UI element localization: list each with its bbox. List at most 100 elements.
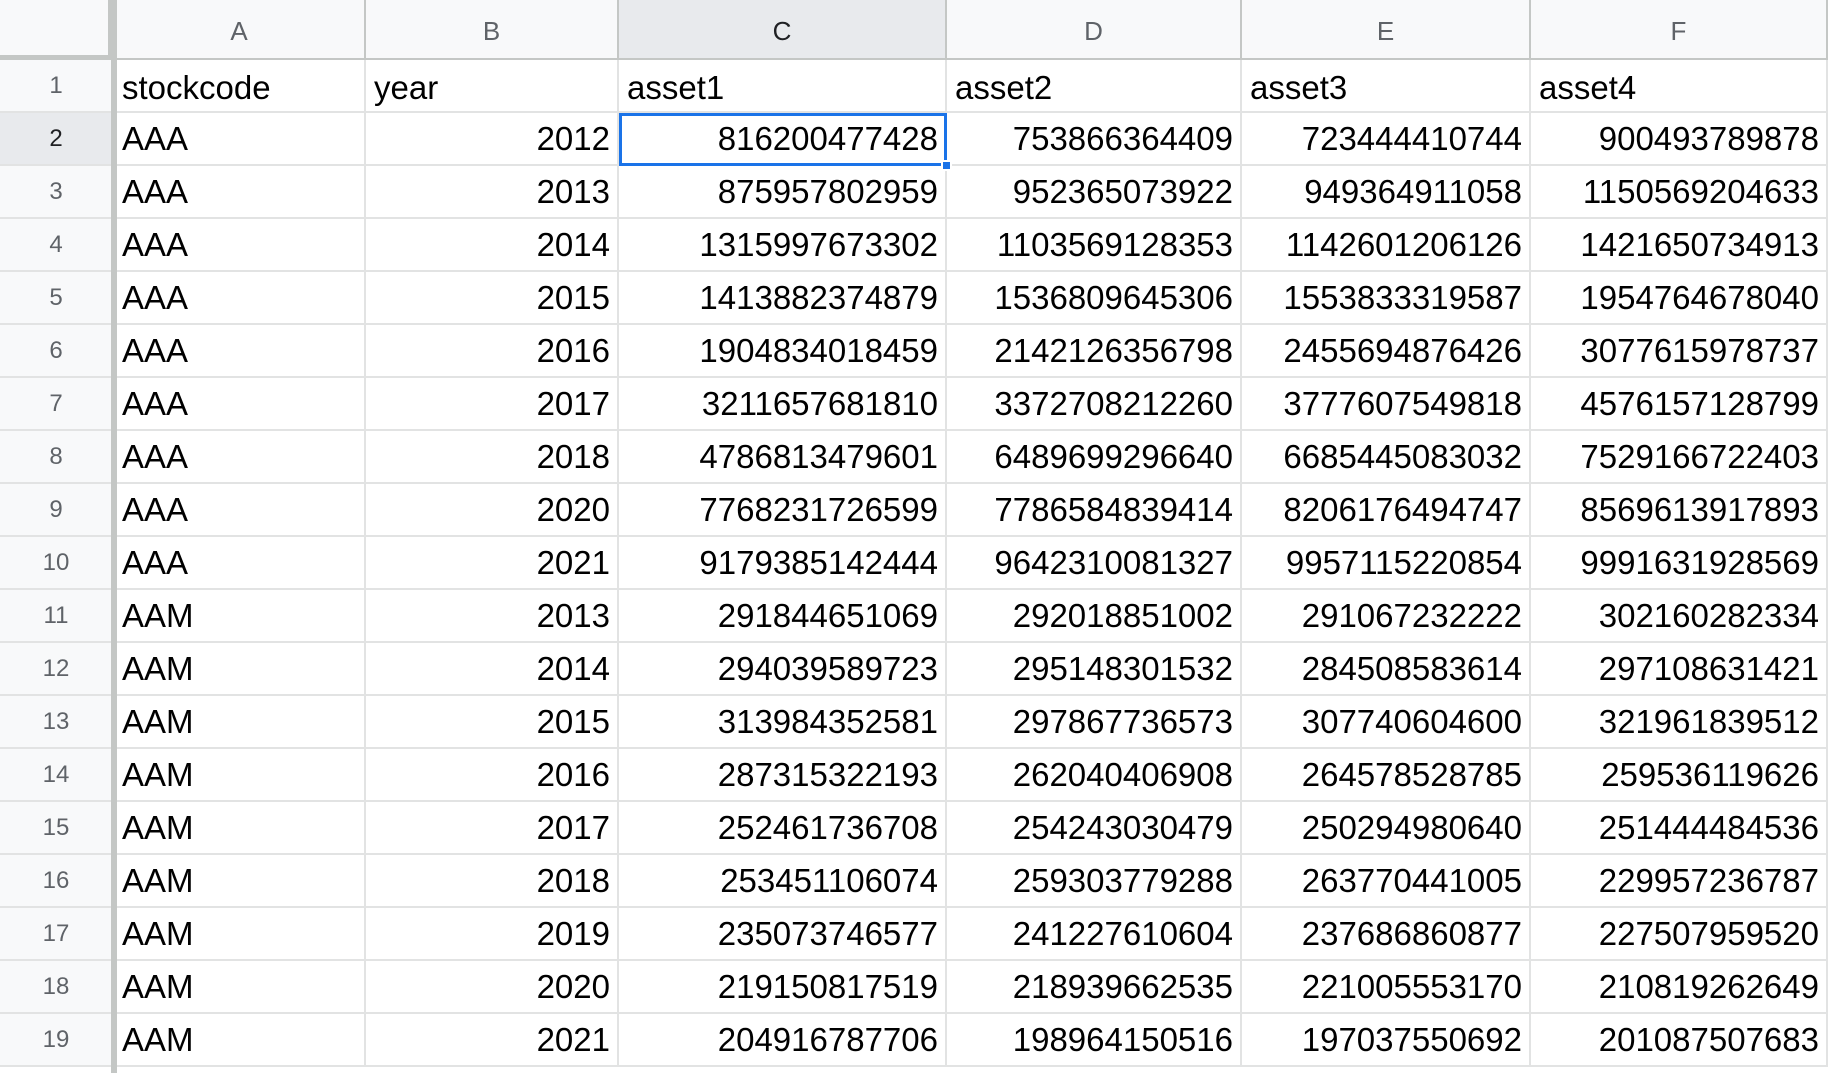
cell-e12[interactable]: 284508583614 (1242, 643, 1531, 696)
cell-f9[interactable]: 8569613917893 (1531, 484, 1828, 537)
cell-f12[interactable]: 297108631421 (1531, 643, 1828, 696)
cell-c7[interactable]: 3211657681810 (619, 378, 947, 431)
cell-b10[interactable]: 2021 (366, 537, 619, 590)
cell-b15[interactable]: 2017 (366, 802, 619, 855)
cell-e14[interactable]: 264578528785 (1242, 749, 1531, 802)
cell-c15[interactable]: 252461736708 (619, 802, 947, 855)
cell-a5[interactable]: AAA (114, 272, 366, 325)
cell-a8[interactable]: AAA (114, 431, 366, 484)
cell-d18[interactable]: 218939662535 (947, 961, 1242, 1014)
cell-d14[interactable]: 262040406908 (947, 749, 1242, 802)
cell-a17[interactable]: AAM (114, 908, 366, 961)
column-header-c[interactable]: C (619, 0, 947, 60)
cell-e3[interactable]: 949364911058 (1242, 166, 1531, 219)
row-header-6[interactable]: 6 (0, 325, 114, 378)
cell-a6[interactable]: AAA (114, 325, 366, 378)
column-header-d[interactable]: D (947, 0, 1242, 60)
cell-c1[interactable]: asset1 (619, 60, 947, 113)
row-header-15[interactable]: 15 (0, 802, 114, 855)
cell-d3[interactable]: 952365073922 (947, 166, 1242, 219)
cell-b16[interactable]: 2018 (366, 855, 619, 908)
cell-f2[interactable]: 900493789878 (1531, 113, 1828, 166)
cell-e7[interactable]: 3777607549818 (1242, 378, 1531, 431)
cell-a9[interactable]: AAA (114, 484, 366, 537)
row-header-11[interactable]: 11 (0, 590, 114, 643)
column-header-b[interactable]: B (366, 0, 619, 60)
cell-b2[interactable]: 2012 (366, 113, 619, 166)
cell-f6[interactable]: 3077615978737 (1531, 325, 1828, 378)
cell-f5[interactable]: 1954764678040 (1531, 272, 1828, 325)
cell-e11[interactable]: 291067232222 (1242, 590, 1531, 643)
row-header-1[interactable]: 1 (0, 60, 114, 113)
cell-b7[interactable]: 2017 (366, 378, 619, 431)
cell-f18[interactable]: 210819262649 (1531, 961, 1828, 1014)
cell-b19[interactable]: 2021 (366, 1014, 619, 1067)
cell-c8[interactable]: 4786813479601 (619, 431, 947, 484)
cell-d9[interactable]: 7786584839414 (947, 484, 1242, 537)
cell-e2[interactable]: 723444410744 (1242, 113, 1531, 166)
cell-e16[interactable]: 263770441005 (1242, 855, 1531, 908)
cell-b9[interactable]: 2020 (366, 484, 619, 537)
cell-f14[interactable]: 259536119626 (1531, 749, 1828, 802)
row-header-4[interactable]: 4 (0, 219, 114, 272)
column-header-a[interactable]: A (114, 0, 366, 60)
row-header-2[interactable]: 2 (0, 113, 114, 166)
cell-b11[interactable]: 2013 (366, 590, 619, 643)
cell-a7[interactable]: AAA (114, 378, 366, 431)
cell-d16[interactable]: 259303779288 (947, 855, 1242, 908)
cell-f19[interactable]: 201087507683 (1531, 1014, 1828, 1067)
cell-e15[interactable]: 250294980640 (1242, 802, 1531, 855)
cell-b17[interactable]: 2019 (366, 908, 619, 961)
cell-e1[interactable]: asset3 (1242, 60, 1531, 113)
cell-d4[interactable]: 1103569128353 (947, 219, 1242, 272)
cell-a16[interactable]: AAM (114, 855, 366, 908)
row-header-10[interactable]: 10 (0, 537, 114, 590)
cell-b4[interactable]: 2014 (366, 219, 619, 272)
cell-f15[interactable]: 251444484536 (1531, 802, 1828, 855)
cell-b18[interactable]: 2020 (366, 961, 619, 1014)
cell-d17[interactable]: 241227610604 (947, 908, 1242, 961)
cell-e10[interactable]: 9957115220854 (1242, 537, 1531, 590)
cell-c16[interactable]: 253451106074 (619, 855, 947, 908)
cell-f11[interactable]: 302160282334 (1531, 590, 1828, 643)
cell-a15[interactable]: AAM (114, 802, 366, 855)
cell-e18[interactable]: 221005553170 (1242, 961, 1531, 1014)
cell-b1[interactable]: year (366, 60, 619, 113)
cell-f1[interactable]: asset4 (1531, 60, 1828, 113)
cell-b14[interactable]: 2016 (366, 749, 619, 802)
row-header-18[interactable]: 18 (0, 961, 114, 1014)
cell-f7[interactable]: 4576157128799 (1531, 378, 1828, 431)
cell-d8[interactable]: 6489699296640 (947, 431, 1242, 484)
cell-d10[interactable]: 9642310081327 (947, 537, 1242, 590)
cell-b5[interactable]: 2015 (366, 272, 619, 325)
cell-d15[interactable]: 254243030479 (947, 802, 1242, 855)
cell-a19[interactable]: AAM (114, 1014, 366, 1067)
cell-c9[interactable]: 7768231726599 (619, 484, 947, 537)
cell-c5[interactable]: 1413882374879 (619, 272, 947, 325)
cell-a3[interactable]: AAA (114, 166, 366, 219)
cell-f13[interactable]: 321961839512 (1531, 696, 1828, 749)
cell-c19[interactable]: 204916787706 (619, 1014, 947, 1067)
cell-d1[interactable]: asset2 (947, 60, 1242, 113)
cell-b12[interactable]: 2014 (366, 643, 619, 696)
cell-e5[interactable]: 1553833319587 (1242, 272, 1531, 325)
select-all-corner[interactable] (0, 0, 114, 60)
cell-f10[interactable]: 9991631928569 (1531, 537, 1828, 590)
cell-a10[interactable]: AAA (114, 537, 366, 590)
cell-e17[interactable]: 237686860877 (1242, 908, 1531, 961)
cell-f3[interactable]: 1150569204633 (1531, 166, 1828, 219)
frozen-column-divider[interactable] (111, 0, 117, 1073)
cell-c2[interactable]: 816200477428 (619, 113, 952, 171)
cell-a14[interactable]: AAM (114, 749, 366, 802)
row-header-8[interactable]: 8 (0, 431, 114, 484)
cell-f4[interactable]: 1421650734913 (1531, 219, 1828, 272)
cell-a13[interactable]: AAM (114, 696, 366, 749)
row-header-17[interactable]: 17 (0, 908, 114, 961)
cell-a2[interactable]: AAA (114, 113, 366, 166)
cell-c13[interactable]: 313984352581 (619, 696, 947, 749)
row-header-5[interactable]: 5 (0, 272, 114, 325)
cell-c12[interactable]: 294039589723 (619, 643, 947, 696)
cell-d2[interactable]: 753866364409 (947, 113, 1242, 166)
cell-c10[interactable]: 9179385142444 (619, 537, 947, 590)
cell-e13[interactable]: 307740604600 (1242, 696, 1531, 749)
